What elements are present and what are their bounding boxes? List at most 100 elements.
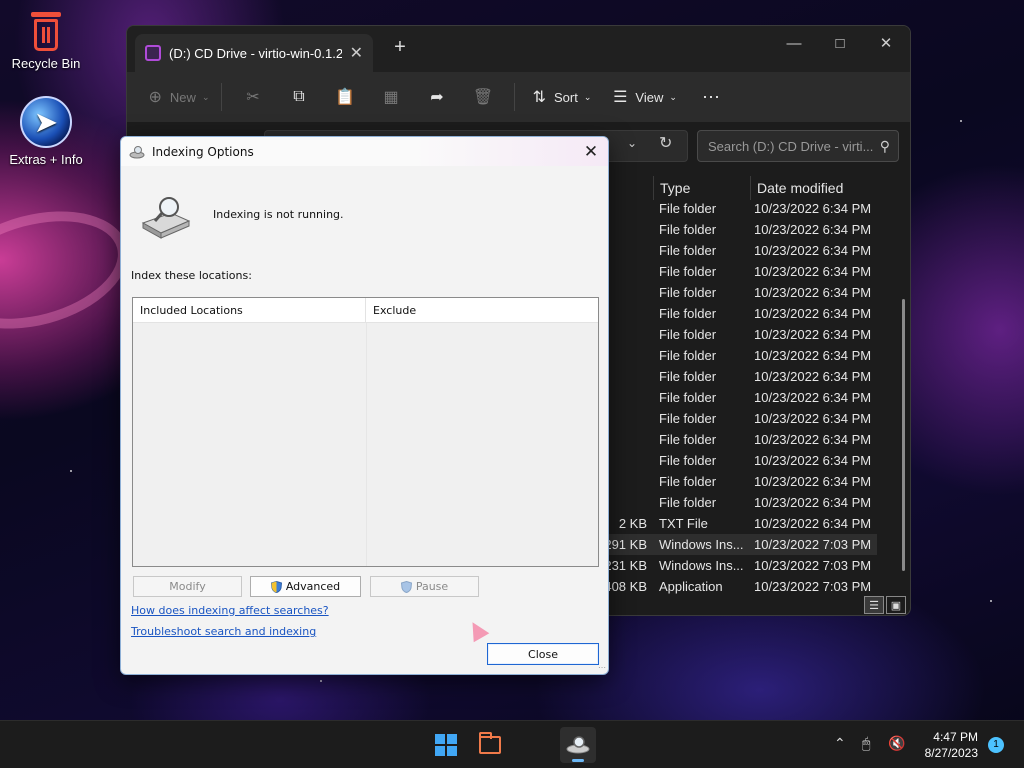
notification-badge[interactable]: 1	[988, 737, 1004, 753]
troubleshoot-link[interactable]: Troubleshoot search and indexing	[131, 625, 316, 638]
file-type: File folder	[659, 243, 717, 258]
column-header-date[interactable]: Date modified	[750, 176, 883, 200]
paste-button[interactable]: 📋	[322, 81, 368, 113]
indexing-drive-icon	[141, 197, 191, 239]
shield-icon	[270, 580, 282, 593]
file-type: File folder	[659, 306, 717, 321]
file-type: File folder	[659, 432, 717, 447]
minimize-button[interactable]: —	[771, 30, 817, 58]
taskbar-indexing-options[interactable]	[560, 727, 596, 763]
sort-label: Sort	[554, 89, 578, 105]
dialog-titlebar: Indexing Options	[121, 137, 608, 166]
new-tab-button[interactable]: +	[389, 36, 411, 59]
close-button[interactable]: Close	[487, 643, 599, 665]
view-button[interactable]: ☰ View ⌄	[601, 81, 689, 113]
tiles-view-toggle[interactable]: ▣	[886, 596, 906, 614]
folder-icon	[479, 732, 501, 754]
locations-table[interactable]: Included Locations Exclude	[132, 297, 599, 567]
file-type: File folder	[659, 390, 717, 405]
share-icon: ➦	[430, 89, 444, 106]
column-exclude[interactable]: Exclude	[366, 298, 423, 322]
file-type: File folder	[659, 222, 717, 237]
search-icon: ⚲	[879, 138, 890, 154]
file-date: 10/23/2022 6:34 PM	[754, 495, 872, 510]
desktop-icon-label: Recycle Bin	[11, 56, 81, 71]
taskbar-file-explorer[interactable]	[472, 727, 508, 763]
file-date: 10/23/2022 6:34 PM	[754, 306, 872, 321]
column-included-locations[interactable]: Included Locations	[133, 298, 366, 322]
delete-button[interactable]: 🗑	[460, 81, 506, 113]
more-options-button[interactable]: ⋯	[689, 81, 733, 113]
recycle-bin-icon	[29, 12, 63, 52]
file-type: Application	[659, 579, 723, 594]
file-type: File folder	[659, 327, 717, 342]
scissors-icon: ✂	[246, 89, 260, 106]
file-date: 10/23/2022 6:34 PM	[754, 201, 872, 216]
copy-button[interactable]: ⧉	[276, 81, 322, 113]
vertical-scrollbar[interactable]	[902, 299, 905, 571]
desktop-icon-recycle-bin[interactable]: Recycle Bin	[2, 12, 90, 71]
file-date: 10/23/2022 7:03 PM	[754, 558, 872, 573]
cut-button[interactable]: ✂	[230, 81, 276, 113]
search-input[interactable]: Search (D:) CD Drive - virti... ⚲	[697, 130, 899, 162]
details-view-toggle[interactable]: ☰	[864, 596, 884, 614]
chevron-down-icon[interactable]: ⌄	[627, 136, 637, 150]
wallpaper-star	[70, 470, 72, 472]
file-type: Windows Ins...	[659, 537, 744, 552]
file-date: 10/23/2022 6:34 PM	[754, 411, 872, 426]
file-date: 10/23/2022 6:34 PM	[754, 432, 872, 447]
dialog-title: Indexing Options	[152, 144, 254, 159]
file-type: File folder	[659, 495, 717, 510]
file-type: File folder	[659, 285, 717, 300]
start-button[interactable]	[428, 727, 464, 763]
toolbar-divider	[221, 83, 222, 111]
volume-muted-icon[interactable]: 🔇	[888, 735, 905, 752]
clock-date: 8/27/2023	[924, 746, 978, 760]
rename-button[interactable]: ▦	[368, 81, 414, 113]
close-tab-icon[interactable]: ✕	[350, 43, 363, 63]
file-date: 10/23/2022 6:34 PM	[754, 285, 872, 300]
refresh-icon[interactable]: ↻	[659, 133, 672, 153]
file-date: 10/23/2022 6:34 PM	[754, 390, 872, 405]
maximize-button[interactable]: □	[817, 30, 863, 58]
file-date: 10/23/2022 6:34 PM	[754, 264, 872, 279]
chevron-down-icon: ⌄	[201, 91, 210, 102]
column-header-type[interactable]: Type	[653, 176, 750, 200]
pause-button[interactable]: Pause	[370, 576, 479, 597]
file-date: 10/23/2022 6:34 PM	[754, 453, 872, 468]
file-type: File folder	[659, 411, 717, 426]
system-clock[interactable]: 4:47 PM 8/27/2023	[925, 729, 978, 761]
toolbar-divider	[514, 83, 515, 111]
sort-button[interactable]: ⇅ Sort ⌄	[523, 81, 601, 113]
extras-info-icon: ➤	[20, 96, 72, 148]
new-button[interactable]: ⊕ New ⌄	[145, 81, 213, 113]
network-icon[interactable]: 🖱	[862, 735, 870, 752]
pause-label: Pause	[415, 580, 449, 593]
explorer-toolbar: ⊕ New ⌄ ✂ ⧉ 📋 ▦ ➦ 🗑 ⇅ Sort ⌄ ☰ View ⌄ ⋯	[127, 72, 910, 122]
plus-circle-icon: ⊕	[148, 89, 162, 106]
index-locations-label: Index these locations:	[131, 269, 252, 282]
advanced-button[interactable]: Advanced	[250, 576, 361, 597]
file-type: File folder	[659, 348, 717, 363]
dialog-close-icon[interactable]: ✕	[580, 141, 602, 163]
close-label: Close	[528, 647, 558, 661]
share-button[interactable]: ➦	[414, 81, 460, 113]
chevron-up-icon[interactable]: ⌃	[834, 735, 846, 752]
rename-icon: ▦	[383, 89, 399, 106]
file-type: File folder	[659, 201, 717, 216]
ellipsis-icon: ⋯	[702, 86, 720, 107]
how-indexing-affects-link[interactable]: How does indexing affect searches?	[131, 604, 329, 617]
file-type: File folder	[659, 264, 717, 279]
clipboard-icon: 📋	[335, 89, 355, 106]
close-window-button[interactable]: ✕	[863, 30, 909, 58]
explorer-tab[interactable]: (D:) CD Drive - virtio-win-0.1.2 ✕	[135, 34, 373, 72]
modify-button[interactable]: Modify	[133, 576, 242, 597]
chevron-down-icon: ⌄	[583, 91, 592, 102]
advanced-label: Advanced	[285, 580, 341, 593]
indexing-status: Indexing is not running.	[213, 208, 344, 221]
file-date: 10/23/2022 7:03 PM	[754, 537, 872, 552]
desktop-icon-extras-info[interactable]: ➤ Extras + Info	[2, 96, 90, 167]
file-date: 10/23/2022 6:34 PM	[754, 243, 872, 258]
resize-grip[interactable]: ⋯	[598, 664, 606, 672]
search-placeholder: Search (D:) CD Drive - virti...	[708, 139, 874, 154]
